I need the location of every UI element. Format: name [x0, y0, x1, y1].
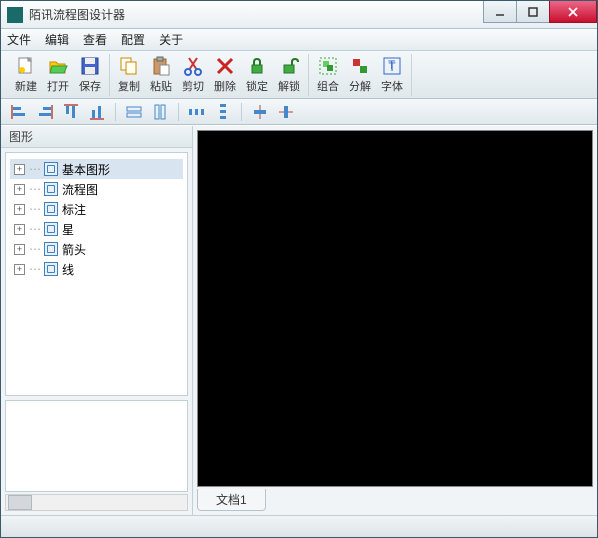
lock-button[interactable]: 锁定 [242, 55, 272, 95]
same-width-button[interactable] [124, 103, 144, 121]
titlebar: 陌讯流程图设计器 [1, 1, 597, 29]
unlock-icon [278, 55, 300, 77]
save-button[interactable]: 保存 [75, 55, 105, 95]
expand-icon[interactable]: + [14, 244, 25, 255]
expand-icon[interactable]: + [14, 184, 25, 195]
folder-icon [44, 202, 58, 216]
drawing-canvas[interactable] [197, 130, 593, 487]
expand-icon[interactable]: + [14, 224, 25, 235]
maximize-button[interactable] [516, 1, 550, 23]
sidebar-scrollbar[interactable] [5, 494, 188, 511]
center-h-button[interactable] [250, 103, 270, 121]
center-v-button[interactable] [276, 103, 296, 121]
align-right-button[interactable] [35, 103, 55, 121]
paste-icon [150, 55, 172, 77]
paste-button[interactable]: 粘贴 [146, 55, 176, 95]
menu-about[interactable]: 关于 [159, 31, 183, 48]
same-height-button[interactable] [150, 103, 170, 121]
align-bottom-button[interactable] [87, 103, 107, 121]
expand-icon[interactable]: + [14, 204, 25, 215]
close-button[interactable] [549, 1, 597, 23]
app-window: 陌讯流程图设计器 文件 编辑 查看 配置 关于 新建 打开 保存 复制 粘贴 剪… [0, 0, 598, 538]
expand-icon[interactable]: + [14, 164, 25, 175]
group-button[interactable]: 组合 [313, 55, 343, 95]
tree-item-line[interactable]: +⋯线 [10, 259, 183, 279]
sidebar-title: 图形 [1, 126, 192, 148]
font-icon: TT [381, 55, 403, 77]
toolbar-main: 新建 打开 保存 复制 粘贴 剪切 删除 锁定 解锁 组合 分解 TT字体 [1, 51, 597, 99]
folder-icon [44, 222, 58, 236]
cut-icon [182, 55, 204, 77]
align-top-button[interactable] [61, 103, 81, 121]
menu-config[interactable]: 配置 [121, 31, 145, 48]
menu-view[interactable]: 查看 [83, 31, 107, 48]
ungroup-icon [349, 55, 371, 77]
tree-item-arrow[interactable]: +⋯箭头 [10, 239, 183, 259]
distribute-v-button[interactable] [213, 103, 233, 121]
content-area: 图形 +⋯基本图形 +⋯流程图 +⋯标注 +⋯星 +⋯箭头 +⋯线 文档1 [1, 125, 597, 515]
delete-icon [214, 55, 236, 77]
shape-preview [5, 400, 188, 492]
menu-file[interactable]: 文件 [7, 31, 31, 48]
ungroup-button[interactable]: 分解 [345, 55, 375, 95]
tree-item-star[interactable]: +⋯星 [10, 219, 183, 239]
save-icon [79, 55, 101, 77]
distribute-h-button[interactable] [187, 103, 207, 121]
tab-document1[interactable]: 文档1 [197, 489, 266, 511]
align-left-button[interactable] [9, 103, 29, 121]
lock-icon [246, 55, 268, 77]
folder-icon [44, 162, 58, 176]
copy-icon [118, 55, 140, 77]
menu-edit[interactable]: 编辑 [45, 31, 69, 48]
group-icon [317, 55, 339, 77]
shape-tree[interactable]: +⋯基本图形 +⋯流程图 +⋯标注 +⋯星 +⋯箭头 +⋯线 [5, 152, 188, 396]
tree-item-flowchart[interactable]: +⋯流程图 [10, 179, 183, 199]
copy-button[interactable]: 复制 [114, 55, 144, 95]
folder-icon [44, 262, 58, 276]
open-button[interactable]: 打开 [43, 55, 73, 95]
unlock-button[interactable]: 解锁 [274, 55, 304, 95]
window-controls [484, 1, 597, 28]
folder-icon [44, 182, 58, 196]
menubar: 文件 编辑 查看 配置 关于 [1, 29, 597, 51]
tree-item-callout[interactable]: +⋯标注 [10, 199, 183, 219]
scrollbar-thumb[interactable] [8, 495, 32, 510]
statusbar [1, 515, 597, 537]
toolbar-align [1, 99, 597, 125]
tree-item-basic-shapes[interactable]: +⋯基本图形 [10, 159, 183, 179]
svg-text:T: T [388, 58, 396, 72]
canvas-area: 文档1 [193, 126, 597, 515]
sidebar: 图形 +⋯基本图形 +⋯流程图 +⋯标注 +⋯星 +⋯箭头 +⋯线 [1, 126, 193, 515]
cut-button[interactable]: 剪切 [178, 55, 208, 95]
delete-button[interactable]: 删除 [210, 55, 240, 95]
minimize-button[interactable] [483, 1, 517, 23]
open-icon [47, 55, 69, 77]
new-button[interactable]: 新建 [11, 55, 41, 95]
new-icon [15, 55, 37, 77]
document-tabs: 文档1 [197, 489, 593, 511]
window-title: 陌讯流程图设计器 [29, 6, 484, 23]
app-icon [7, 7, 23, 23]
expand-icon[interactable]: + [14, 264, 25, 275]
font-button[interactable]: TT字体 [377, 55, 407, 95]
folder-icon [44, 242, 58, 256]
